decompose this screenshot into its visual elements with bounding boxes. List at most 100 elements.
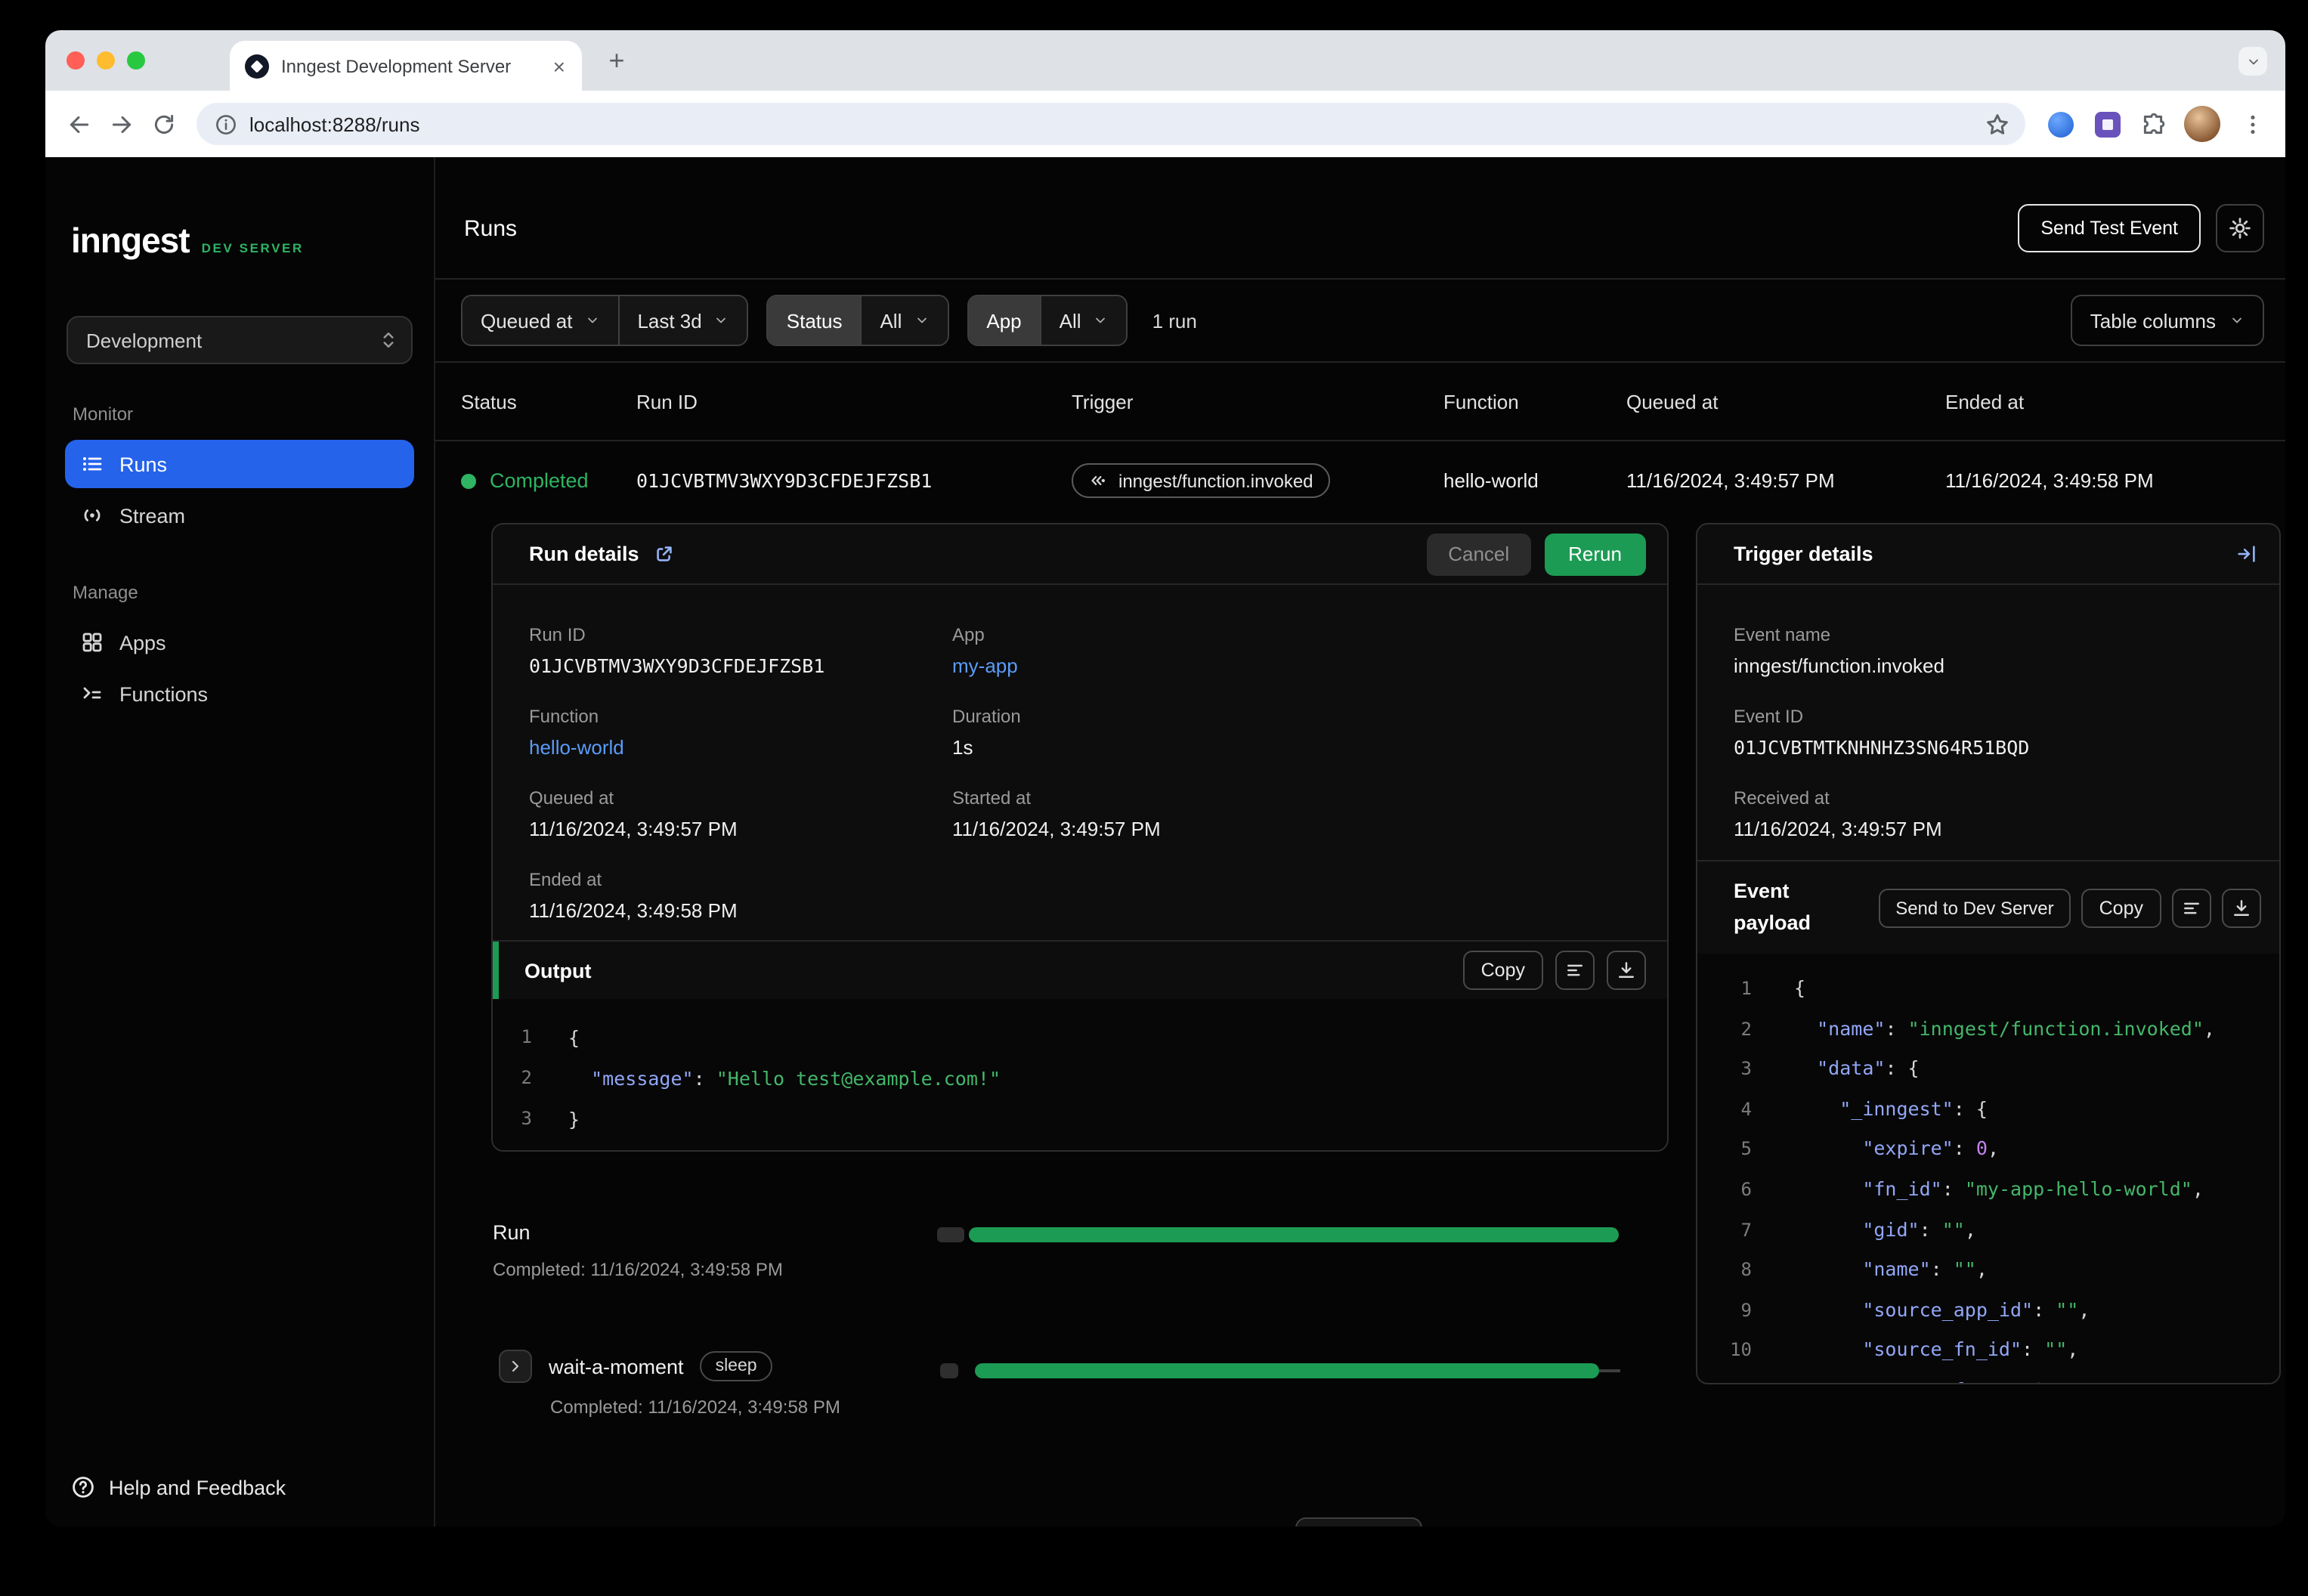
external-link-icon[interactable]	[653, 543, 676, 565]
url-bar[interactable]: localhost:8288/runs	[196, 103, 2025, 145]
step-kind-badge: sleep	[700, 1351, 772, 1381]
code-line: 1{	[493, 1017, 1667, 1058]
inngest-favicon-icon	[245, 54, 269, 78]
sidebar: inngest DEV SERVER Development Monitor Ru…	[45, 157, 435, 1526]
copy-payload-button[interactable]: Copy	[2081, 888, 2161, 927]
browser-tab[interactable]: Inngest Development Server ×	[230, 41, 582, 91]
extensions-puzzle-icon	[2139, 111, 2165, 137]
profile-avatar[interactable]	[2184, 106, 2220, 142]
close-window-button[interactable]	[67, 51, 85, 70]
status-filter-label: Status	[768, 296, 861, 345]
wrap-payload-button[interactable]	[2172, 888, 2211, 927]
chevron-down-icon	[2229, 313, 2245, 328]
wrap-text-button[interactable]	[1555, 951, 1595, 990]
forward-button[interactable]	[100, 103, 142, 145]
line-number: 3	[1740, 1058, 1752, 1080]
table-row[interactable]: Completed 01JCVBTMV3WXY9D3CFDEJFZSB1 inn…	[435, 441, 2285, 520]
app-filter[interactable]: All	[1039, 296, 1127, 345]
dev-server-badge: DEV SERVER	[201, 240, 304, 255]
browser-menu-button[interactable]	[2231, 103, 2273, 145]
code-line: 6 "fn_id": "my-app-hello-world",	[1697, 1170, 2279, 1210]
field-function: Function hello-world	[529, 706, 952, 759]
zoom-window-button[interactable]	[127, 51, 145, 70]
field-value-function[interactable]: hello-world	[529, 736, 952, 759]
output-code-block: 1{2 "message": "Hello test@example.com!"…	[493, 999, 1667, 1150]
settings-button[interactable]	[2216, 204, 2264, 252]
sidebar-item-runs[interactable]: Runs	[65, 440, 414, 488]
browser-window: Inngest Development Server × + localhost…	[45, 30, 2285, 1526]
timeline-run-bar[interactable]	[937, 1227, 1619, 1242]
scroll-peek-button[interactable]	[1295, 1517, 1422, 1526]
sidebar-item-functions[interactable]: Functions	[65, 670, 414, 718]
url-text[interactable]: localhost:8288/runs	[249, 113, 1972, 135]
line-number: 9	[1740, 1299, 1752, 1321]
field-label: Received at	[1734, 787, 1830, 809]
extension-a-icon[interactable]	[2048, 111, 2074, 137]
field-run-id: Run ID 01JCVBTMV3WXY9D3CFDEJFZSB1	[529, 624, 952, 677]
refresh-button[interactable]	[142, 103, 184, 145]
function-cell: hello-world	[1443, 469, 1539, 492]
cancel-button[interactable]: Cancel	[1427, 533, 1531, 575]
column-header-queued-at: Queued at	[1626, 390, 1719, 413]
trigger-name: inngest/function.invoked	[1118, 470, 1313, 491]
app-filter-label: App	[968, 296, 1040, 345]
field-value-app[interactable]: my-app	[952, 654, 1631, 677]
field-label: Function	[529, 706, 599, 727]
field-duration: Duration 1s	[952, 706, 1631, 759]
pull-down-icon	[1616, 960, 1637, 981]
expand-step-button[interactable]	[499, 1350, 532, 1383]
sidebar-nav: Monitor Runs Stream Manage Apps Functions	[45, 364, 434, 718]
environment-selector[interactable]: Development	[67, 316, 413, 364]
send-to-dev-server-button[interactable]: Send to Dev Server	[1879, 888, 2071, 927]
page-title: Runs	[464, 215, 518, 241]
table-columns-button[interactable]: Table columns	[2070, 295, 2264, 346]
extension-b-icon[interactable]	[2095, 111, 2121, 137]
status-filter[interactable]: All	[860, 296, 948, 345]
inngest-app: inngest DEV SERVER Development Monitor Ru…	[45, 157, 2285, 1526]
expand-payload-button[interactable]	[2222, 888, 2261, 927]
line-number: 2	[1740, 1018, 1752, 1040]
rerun-button[interactable]: Rerun	[1544, 533, 1646, 575]
stream-icon	[80, 503, 104, 527]
time-range-filter[interactable]: Last 3d	[617, 296, 747, 345]
desktop-background: Inngest Development Server × + localhost…	[0, 0, 2308, 1596]
line-number: 7	[1740, 1219, 1752, 1241]
field-started-at: Started at 11/16/2024, 3:49:57 PM	[952, 787, 1631, 840]
timeline-step-row: wait-a-moment sleep	[499, 1350, 772, 1383]
column-header-function: Function	[1443, 390, 1519, 413]
page-header: Runs Send Test Event	[435, 157, 2285, 280]
logo-row: inngest DEV SERVER	[45, 157, 434, 261]
help-and-feedback[interactable]: Help and Feedback	[71, 1475, 286, 1499]
timeline-step-bar[interactable]	[940, 1363, 1620, 1378]
line-number: 6	[1740, 1178, 1752, 1200]
queued-at-filter[interactable]: Queued at	[463, 296, 618, 345]
expand-output-button[interactable]	[1607, 951, 1646, 990]
table-columns-label: Table columns	[2090, 309, 2216, 332]
sidebar-section-label: Manage	[73, 582, 138, 603]
arrow-to-line-icon[interactable]	[2235, 543, 2258, 565]
sidebar-item-stream[interactable]: Stream	[65, 491, 414, 540]
sidebar-item-apps[interactable]: Apps	[65, 618, 414, 667]
back-button[interactable]	[57, 103, 100, 145]
chevron-down-icon	[2245, 54, 2260, 69]
extensions-button[interactable]	[2131, 103, 2173, 145]
trigger-badge[interactable]: inngest/function.invoked	[1072, 463, 1330, 498]
field-value-queued-at: 11/16/2024, 3:49:57 PM	[529, 818, 738, 840]
bookmark-star-icon[interactable]	[1985, 111, 2010, 137]
run-status-cell: Completed	[461, 469, 589, 492]
step-completed-text: Completed: 11/16/2024, 3:49:58 PM	[550, 1396, 840, 1418]
line-number: 3	[521, 1108, 532, 1129]
minimize-window-button[interactable]	[97, 51, 115, 70]
new-tab-button[interactable]: +	[599, 42, 635, 79]
tab-close-icon[interactable]: ×	[549, 54, 570, 78]
copy-output-button[interactable]: Copy	[1462, 951, 1543, 990]
chevron-down-icon	[714, 313, 729, 328]
field-ended-at: Ended at 11/16/2024, 3:49:58 PM	[529, 869, 952, 922]
site-info-icon[interactable]	[215, 113, 237, 135]
status-badge: Completed	[490, 469, 589, 492]
tab-strip: Inngest Development Server × +	[45, 30, 2285, 91]
kebab-menu-icon	[2239, 111, 2265, 137]
tab-search-button[interactable]	[2238, 47, 2267, 76]
send-test-event-button[interactable]: Send Test Event	[2018, 204, 2201, 252]
field-value-received-at: 11/16/2024, 3:49:57 PM	[1734, 818, 1942, 840]
